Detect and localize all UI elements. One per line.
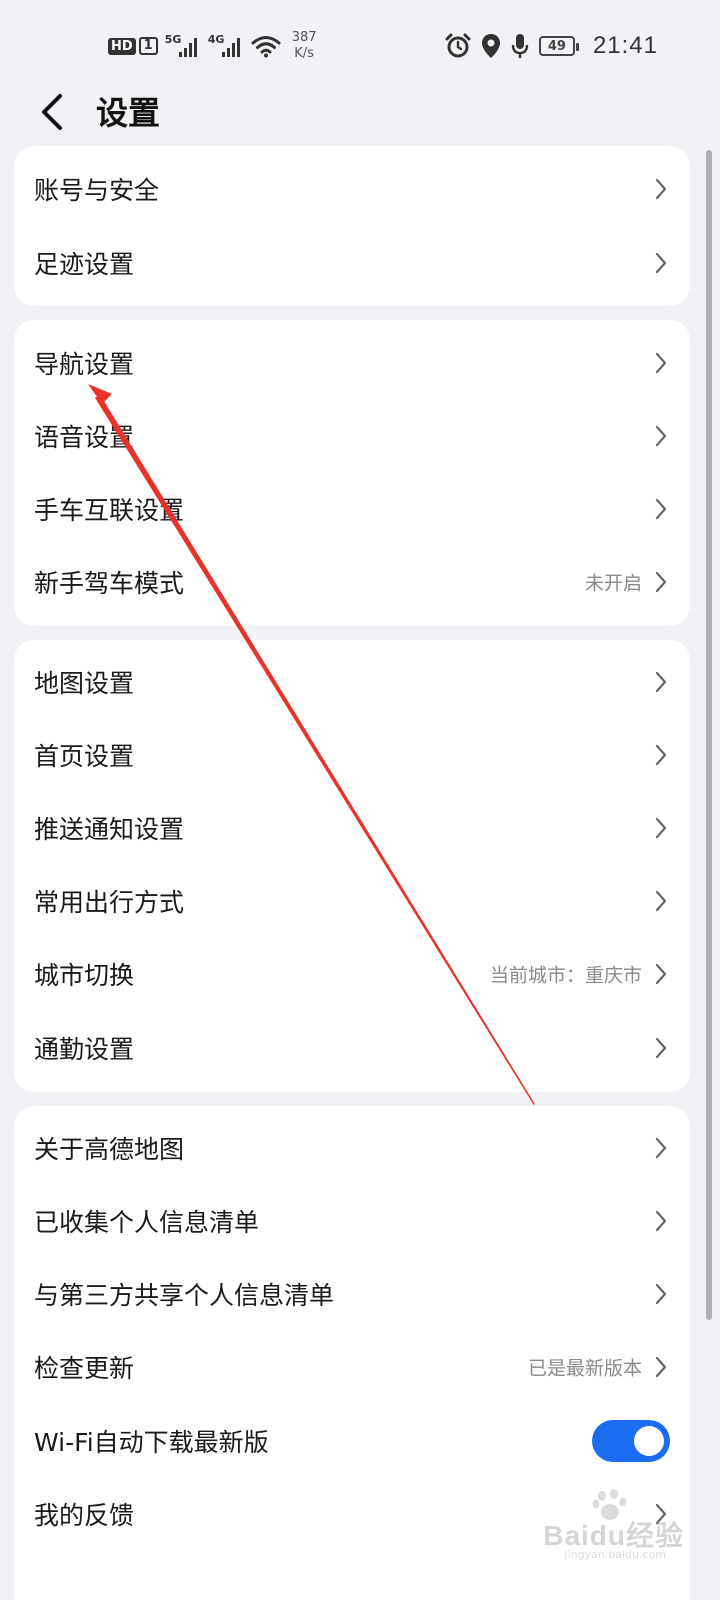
- setting-label: 首页设置: [34, 742, 135, 771]
- setting-label: 已收集个人信息清单: [34, 1208, 260, 1237]
- location-icon: [481, 34, 500, 58]
- hd-label: HD: [108, 37, 136, 55]
- setting-label: 与第三方共享个人信息清单: [34, 1281, 335, 1310]
- setting-label: 检查更新: [34, 1354, 135, 1383]
- setting-row-map[interactable]: 地图设置: [14, 645, 690, 719]
- setting-row-push-notification[interactable]: 推送通知设置: [14, 791, 690, 865]
- speed-value: 387: [291, 30, 317, 45]
- back-arrow-icon[interactable]: [36, 92, 70, 132]
- setting-row-collected-info[interactable]: 已收集个人信息清单: [14, 1184, 690, 1258]
- chevron-right-icon: [655, 671, 667, 693]
- setting-value: 未开启: [584, 572, 642, 595]
- watermark-logo: Baidu经验 jingyan.baidu.com: [534, 1486, 684, 1561]
- setting-label: 新手驾车模式: [34, 569, 185, 598]
- network-speed: 387 K/s: [292, 30, 317, 62]
- hd-badge: HD 1: [108, 37, 158, 55]
- setting-label: 常用出行方式: [34, 888, 185, 917]
- setting-row-account-security[interactable]: 账号与安全: [14, 152, 690, 226]
- setting-row-commute[interactable]: 通勤设置: [14, 1011, 690, 1085]
- chevron-right-icon: [655, 352, 667, 374]
- setting-label: 城市切换: [34, 961, 135, 990]
- setting-row-city-switch[interactable]: 城市切换 当前城市：重庆市: [14, 937, 690, 1011]
- alarm-icon: [445, 33, 471, 58]
- setting-label: 关于高德地图: [34, 1135, 185, 1164]
- signal-5g-icon: 5G: [165, 33, 201, 59]
- setting-label: 我的反馈: [34, 1501, 135, 1530]
- chevron-right-icon: [655, 1283, 667, 1305]
- chevron-right-icon: [655, 744, 667, 766]
- setting-row-footprint[interactable]: 足迹设置: [14, 226, 690, 300]
- setting-value: 已是最新版本: [527, 1357, 642, 1380]
- setting-label: Wi-Fi自动下载最新版: [34, 1428, 269, 1457]
- microphone-icon: [511, 34, 529, 58]
- setting-label: 通勤设置: [34, 1035, 135, 1064]
- chevron-right-icon: [655, 1137, 667, 1159]
- setting-row-third-party-info[interactable]: 与第三方共享个人信息清单: [14, 1257, 690, 1331]
- scrollbar[interactable]: [706, 150, 712, 1320]
- sim-label: 1: [138, 37, 158, 55]
- chevron-right-icon: [655, 1356, 667, 1378]
- chevron-right-icon: [655, 178, 667, 200]
- setting-label: 推送通知设置: [34, 815, 185, 844]
- settings-group-navigation: 导航设置 语音设置 手车互联设置 新手驾车模式 未开启: [14, 320, 690, 626]
- wifi-icon: [251, 36, 281, 58]
- setting-label: 语音设置: [34, 423, 135, 452]
- setting-row-novice-mode[interactable]: 新手驾车模式 未开启: [14, 545, 690, 619]
- chevron-right-icon: [655, 498, 667, 520]
- setting-label: 地图设置: [34, 669, 135, 698]
- setting-label: 导航设置: [34, 350, 135, 379]
- chevron-right-icon: [655, 252, 667, 274]
- page-title: 设置: [96, 94, 161, 132]
- setting-row-homepage[interactable]: 首页设置: [14, 718, 690, 792]
- chevron-right-icon: [655, 571, 667, 593]
- setting-value: 当前城市：重庆市: [489, 964, 642, 987]
- chevron-right-icon: [655, 1037, 667, 1059]
- setting-row-navigation[interactable]: 导航设置: [14, 326, 690, 400]
- settings-group-account: 账号与安全 足迹设置: [14, 146, 690, 306]
- setting-label: 手车互联设置: [34, 496, 185, 525]
- wifi-auto-download-toggle[interactable]: [592, 1420, 670, 1462]
- watermark-url: jingyan.baidu.com: [564, 1548, 666, 1561]
- settings-group-map: 地图设置 首页设置 推送通知设置 常用出行方式 城市切换 当前城市：重庆市 通勤…: [14, 640, 690, 1092]
- setting-row-phone-car[interactable]: 手车互联设置: [14, 472, 690, 546]
- status-left: HD 1 5G 4G 387 K/s: [108, 26, 317, 66]
- status-right: 49 21:41: [445, 28, 658, 64]
- speed-unit: K/s: [294, 46, 314, 61]
- chevron-right-icon: [655, 890, 667, 912]
- chevron-right-icon: [655, 1210, 667, 1232]
- setting-row-voice[interactable]: 语音设置: [14, 399, 690, 473]
- signal-4g-icon: 4G: [208, 33, 244, 59]
- chevron-right-icon: [655, 817, 667, 839]
- setting-row-travel-mode[interactable]: 常用出行方式: [14, 864, 690, 938]
- setting-row-about[interactable]: 关于高德地图: [14, 1111, 690, 1185]
- setting-row-wifi-auto-download: Wi-Fi自动下载最新版: [14, 1404, 690, 1478]
- page-header: 设置: [0, 80, 720, 144]
- chevron-right-icon: [655, 425, 667, 447]
- toggle-knob: [634, 1426, 664, 1456]
- status-time: 21:41: [592, 32, 658, 59]
- chevron-right-icon: [655, 963, 667, 985]
- setting-label: 足迹设置: [34, 250, 135, 279]
- battery-icon: 49: [538, 36, 579, 56]
- setting-row-check-update[interactable]: 检查更新 已是最新版本: [14, 1330, 690, 1404]
- status-bar: HD 1 5G 4G 387 K/s 49 21:41: [0, 0, 720, 90]
- setting-label: 账号与安全: [34, 176, 160, 205]
